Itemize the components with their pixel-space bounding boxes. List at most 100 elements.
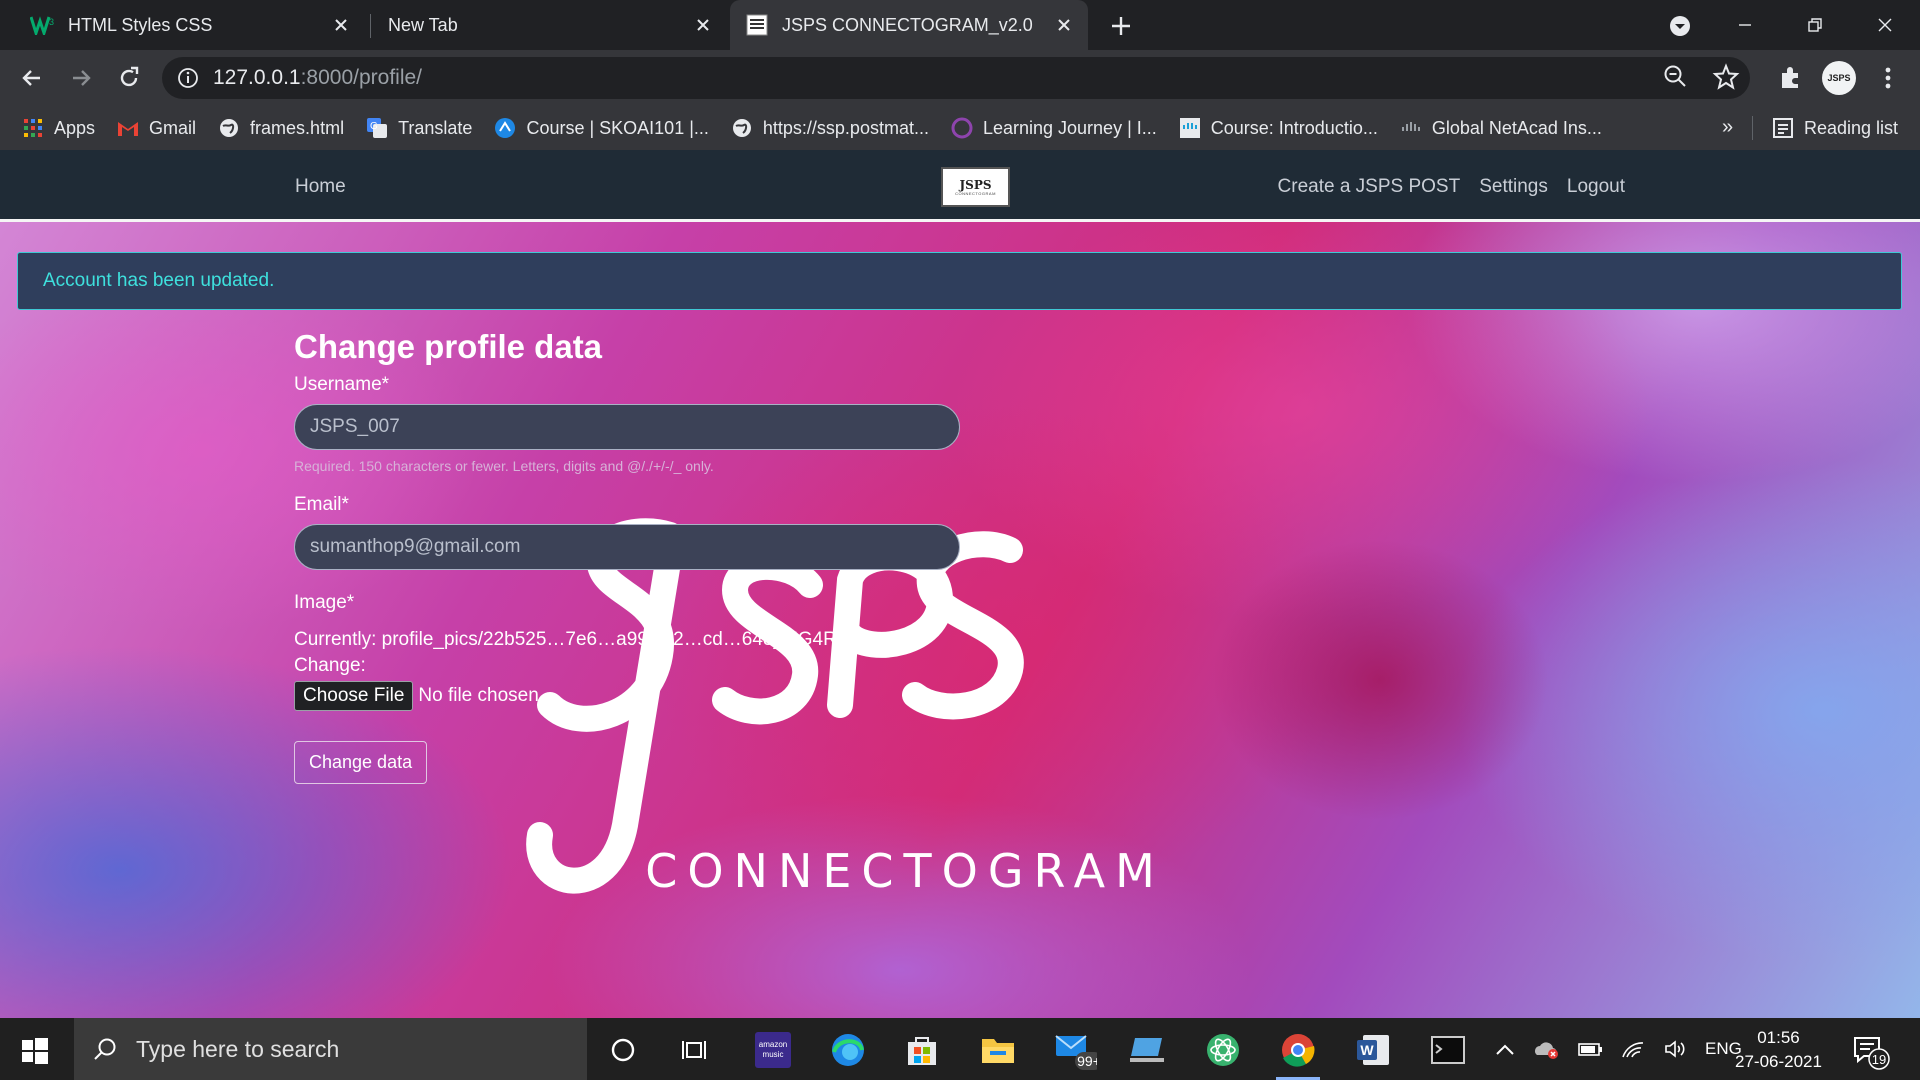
chrome-menu-icon[interactable] xyxy=(1873,63,1903,93)
choose-file-button[interactable]: Choose File xyxy=(294,681,414,711)
atom-app-icon[interactable] xyxy=(1201,1029,1245,1071)
cortana-icon[interactable] xyxy=(601,1029,645,1071)
bookmark-frames[interactable]: frames.html xyxy=(218,117,344,139)
w3schools-icon: 3 xyxy=(30,15,56,35)
microsoft-store-icon[interactable] xyxy=(900,1029,944,1071)
notification-center-icon[interactable]: 19 xyxy=(1850,1030,1890,1070)
bookmark-course-intro[interactable]: Course: Introductio... xyxy=(1179,117,1378,139)
windows-start-icon[interactable] xyxy=(18,1034,50,1066)
svg-text:music: music xyxy=(763,1050,784,1059)
more-bookmarks-chevron[interactable]: » xyxy=(1722,116,1733,139)
browser-toolbar: 127.0.0.1:8000/profile/ JSPS xyxy=(0,50,1920,106)
bookmark-label: Translate xyxy=(398,117,473,138)
bookmark-label: Learning Journey | I... xyxy=(982,117,1157,138)
course-icon xyxy=(494,117,516,139)
cisco-icon xyxy=(1179,117,1201,139)
nav-home-link[interactable]: Home xyxy=(295,176,346,198)
restore-icon[interactable] xyxy=(1780,3,1850,47)
learning-icon xyxy=(951,117,973,139)
tab-separator xyxy=(370,14,371,38)
watermark-subtext: CONNECTOGRAM xyxy=(645,844,1165,898)
bookmark-course-skoai[interactable]: Course | SKOAI101 |... xyxy=(494,117,709,139)
profile-avatar[interactable]: JSPS xyxy=(1822,61,1856,95)
globe-icon xyxy=(218,117,240,139)
reading-list-label: Reading list xyxy=(1804,117,1899,138)
nav-logout-link[interactable]: Logout xyxy=(1567,176,1625,198)
bookmarks-bar: Apps Gmail frames.html G Translate Cours… xyxy=(0,106,1920,150)
tab-title: HTML Styles CSS xyxy=(68,14,213,35)
tab-title: JSPS CONNECTOGRAM_v2.0 xyxy=(782,14,1033,35)
window-controls xyxy=(1710,0,1920,50)
reload-icon[interactable] xyxy=(114,63,144,93)
form-title: Change profile data xyxy=(294,328,603,365)
alert-message: Account has been updated. xyxy=(43,270,275,291)
address-bar[interactable]: 127.0.0.1:8000/profile/ xyxy=(162,57,1750,99)
bookmark-translate[interactable]: G Translate xyxy=(366,117,472,139)
profile-form: Change profile data Username* JSPS_007 R… xyxy=(294,328,994,784)
extensions-puzzle-icon[interactable] xyxy=(1776,63,1806,93)
clock[interactable]: 01:56 27-06-2021 xyxy=(1735,1026,1822,1074)
tab-html-styles[interactable]: 3 HTML Styles CSS xyxy=(20,0,365,50)
bookmark-netacad[interactable]: Global NetAcad Ins... xyxy=(1400,117,1602,139)
bookmark-gmail[interactable]: Gmail xyxy=(117,117,196,139)
forward-arrow-icon[interactable] xyxy=(66,63,96,93)
jsps-favicon-icon xyxy=(746,14,768,36)
reading-list-button[interactable]: Reading list xyxy=(1772,106,1898,150)
change-label: Change: xyxy=(294,655,366,676)
nav-settings-link[interactable]: Settings xyxy=(1479,176,1548,198)
nav-create-post-link[interactable]: Create a JSPS POST xyxy=(1278,176,1461,198)
volume-icon[interactable] xyxy=(1663,1039,1687,1059)
battery-icon[interactable] xyxy=(1577,1041,1603,1057)
close-tab-icon[interactable] xyxy=(331,15,351,35)
chrome-icon[interactable] xyxy=(1276,1029,1320,1080)
amazon-music-icon[interactable]: amazon music xyxy=(751,1029,795,1071)
file-explorer-icon[interactable] xyxy=(976,1029,1020,1071)
bookmark-learning-journey[interactable]: Learning Journey | I... xyxy=(951,117,1157,139)
site-info-icon[interactable] xyxy=(177,67,199,89)
translate-icon: G xyxy=(366,117,388,139)
tab-search-icon[interactable] xyxy=(1668,14,1692,38)
bookmark-star-icon[interactable] xyxy=(1712,63,1740,91)
edge-browser-icon[interactable] xyxy=(826,1029,870,1071)
mail-icon[interactable]: 99+ xyxy=(1053,1029,1097,1071)
close-tab-icon[interactable] xyxy=(1054,15,1074,35)
laptop-app-icon[interactable] xyxy=(1126,1029,1170,1071)
nav-right-links: Create a JSPS POST Settings Logout xyxy=(1278,176,1625,198)
tab-strip: 3 HTML Styles CSS New Tab JSPS CONNECTOG… xyxy=(0,0,1920,50)
bookmark-ssp-postmat[interactable]: https://ssp.postmat... xyxy=(731,117,929,139)
zoom-icon[interactable] xyxy=(1662,63,1690,91)
email-input[interactable]: sumanthop9@gmail.com xyxy=(294,524,960,570)
new-tab-plus-icon[interactable] xyxy=(1108,13,1134,39)
page-viewport: Home JSPS CONNECTOGRAM Create a JSPS POS… xyxy=(0,150,1920,1018)
word-icon[interactable]: W xyxy=(1351,1029,1395,1071)
search-icon xyxy=(92,1036,118,1062)
back-arrow-icon[interactable] xyxy=(17,63,47,93)
svg-text:G: G xyxy=(370,121,378,132)
email-label: Email* xyxy=(294,494,349,515)
taskbar-search-box[interactable]: Type here to search xyxy=(74,1018,587,1080)
show-hidden-icons-chevron[interactable] xyxy=(1495,1042,1515,1056)
current-image-row: Currently: profile_pics/22b525…7e6…a99-…… xyxy=(294,629,994,651)
bookmark-label: Gmail xyxy=(149,117,197,138)
task-view-icon[interactable] xyxy=(673,1029,717,1071)
bookmark-apps[interactable]: Apps xyxy=(22,117,95,139)
windows-taskbar: Type here to search amazon music 99+ W EN… xyxy=(0,1018,1920,1080)
minimize-icon[interactable] xyxy=(1710,3,1780,47)
close-tab-icon[interactable] xyxy=(693,15,713,35)
onedrive-error-icon[interactable] xyxy=(1533,1039,1559,1059)
terminal-icon[interactable] xyxy=(1426,1029,1470,1071)
reading-list-icon xyxy=(1772,117,1794,139)
username-input[interactable]: JSPS_007 xyxy=(294,404,960,450)
wifi-icon[interactable] xyxy=(1621,1039,1645,1059)
site-logo[interactable]: JSPS CONNECTOGRAM xyxy=(941,167,1010,207)
current-image-link[interactable]: profile_pics/22b525…7e6…a99-…2…cd…648_UG… xyxy=(382,629,870,650)
close-window-icon[interactable] xyxy=(1850,3,1920,47)
bookmark-label: Global NetAcad Ins... xyxy=(1431,117,1602,138)
change-data-button[interactable]: Change data xyxy=(294,741,428,784)
no-file-chosen-text: No file chosen xyxy=(418,685,539,706)
tab-title: New Tab xyxy=(388,14,458,35)
system-tray: ENG xyxy=(1495,1018,1742,1080)
tab-new-tab[interactable]: New Tab xyxy=(372,0,727,50)
bookmark-separator xyxy=(1752,116,1753,140)
tab-jsps-active[interactable]: JSPS CONNECTOGRAM_v2.0 xyxy=(730,0,1088,50)
